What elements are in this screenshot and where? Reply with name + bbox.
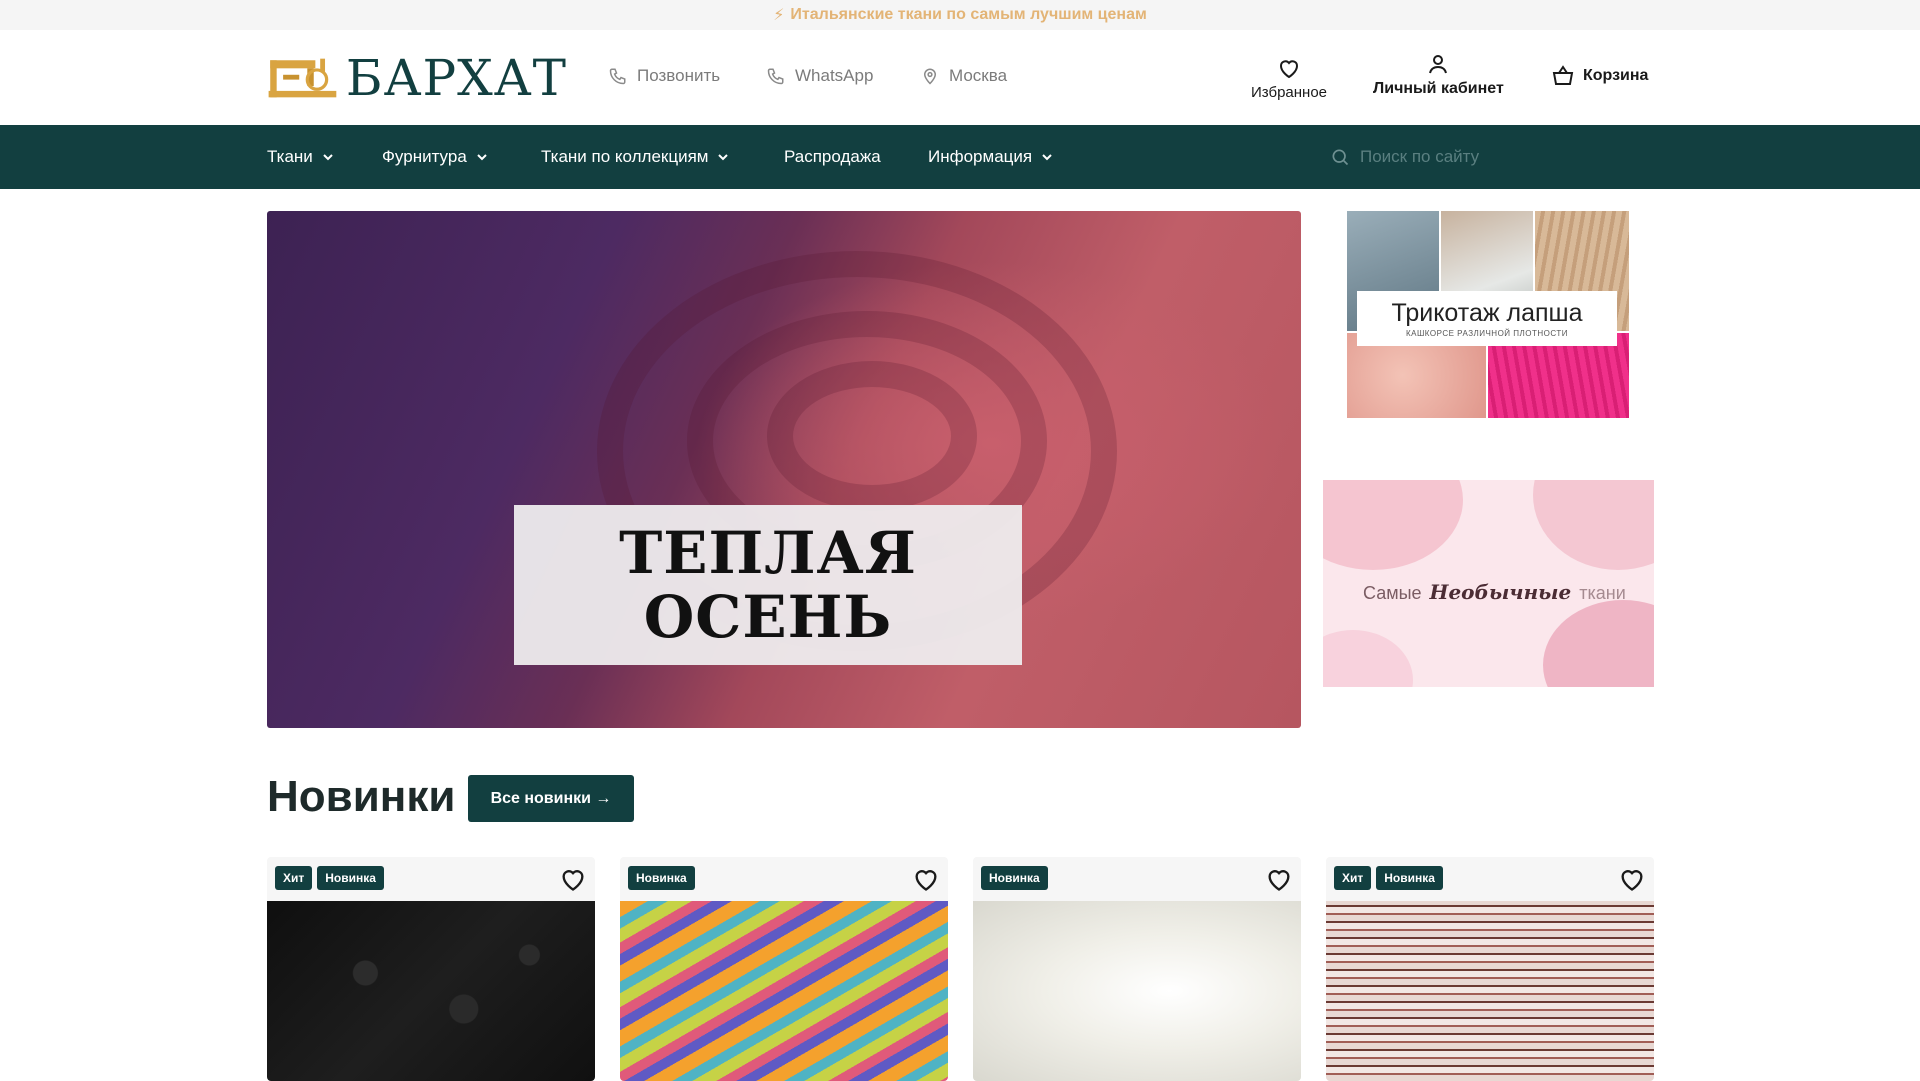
call-label: Позвонить [637,66,721,85]
banner-word: Самые [1363,583,1422,603]
nav-item-label: Распродажа [784,147,881,166]
badge-group: Хит Новинка [275,866,384,890]
nav-item-collections[interactable]: Ткани по коллекциям [541,125,730,189]
hero-banner[interactable]: ТЕПЛАЯ ОСЕНЬ [267,211,1301,728]
badge-group: Новинка [981,866,1048,890]
chevron-down-icon [477,154,487,161]
account-link[interactable]: Личный кабинет [1373,52,1504,98]
banner-title: Трикотаж лапша [1391,299,1583,327]
hero-line-1: ТЕПЛАЯ [619,519,917,587]
nav-item-fabrics[interactable]: Ткани [267,125,335,189]
account-label: Личный кабинет [1373,80,1504,97]
city-label: Москва [949,66,1008,85]
banner-ribbed-knit[interactable]: Трикотаж лапша КАШКОРСЕ РАЗЛИЧНОЙ ПЛОТНО… [1347,211,1629,418]
site-logo[interactable]: БАРХАТ [267,50,567,106]
badge-new: Новинка [1376,866,1443,890]
nav-item-label: Ткани по коллекциям [541,147,709,166]
all-new-button[interactable]: Все новинки → [468,775,634,822]
decor-shape [1323,480,1463,570]
search-input[interactable] [1360,147,1600,167]
cart-link[interactable]: Корзина [1551,64,1648,88]
product-card[interactable]: Новинка [973,857,1301,1081]
lightning-icon: ⚡ [773,7,785,24]
heart-icon[interactable] [1618,865,1646,893]
nav-item-label: Ткани [267,147,313,166]
badge-new: Новинка [317,866,384,890]
basket-icon [1552,65,1574,85]
banner-caption: Трикотаж лапша КАШКОРСЕ РАЗЛИЧНОЙ ПЛОТНО… [1357,291,1617,346]
nav-item-info[interactable]: Информация [928,125,1054,189]
cart-label: Корзина [1583,67,1649,84]
badge-new: Новинка [981,866,1048,890]
product-card[interactable]: Хит Новинка [267,857,595,1081]
decor-shape [1323,630,1413,687]
favorites-link[interactable]: Избранное [1251,56,1327,101]
nav-item-hardware[interactable]: Фурнитура [382,125,489,189]
hero-line-2: ОСЕНЬ [643,583,893,651]
chevron-down-icon [1042,154,1052,161]
product-image[interactable] [267,901,595,1081]
announcement-bar: ⚡ Итальянские ткани по самым лучшим цена… [0,0,1920,30]
heart-icon[interactable] [559,865,587,893]
product-image[interactable] [973,901,1301,1081]
whatsapp-link[interactable]: WhatsApp [767,66,873,86]
product-image[interactable] [1326,901,1654,1081]
search-icon[interactable] [1330,147,1350,167]
heart-icon [1280,60,1299,79]
banner-unusual-fabrics[interactable]: Самые Необычные ткани [1323,480,1654,687]
call-link[interactable]: Позвонить [609,66,720,86]
decor-shape [1533,480,1654,570]
badge-group: Хит Новинка [1334,866,1443,890]
hero-caption: ТЕПЛАЯ ОСЕНЬ [514,505,1022,665]
phone-icon [767,68,784,85]
product-image[interactable] [620,901,948,1081]
badge-hit: Хит [275,866,313,890]
phone-icon [609,68,626,85]
section-title: Новинки [267,772,456,821]
announcement-text: Итальянские ткани по самым лучшим ценам [790,6,1147,23]
product-card[interactable]: Хит Новинка [1326,857,1654,1081]
nav-item-sale[interactable]: Распродажа [784,125,881,189]
favorites-label: Избранное [1251,84,1328,101]
decor-shape [1543,600,1654,687]
badge-new: Новинка [628,866,695,890]
location-pin-icon [923,68,937,85]
banner-caption: Самые Необычные ткани [1363,580,1626,604]
nav-item-label: Фурнитура [382,147,467,166]
banner-word: Необычные [1429,580,1572,604]
heart-icon[interactable] [912,865,940,893]
banner-word: ткани [1579,583,1626,603]
site-header: БАРХАТ Позвонить WhatsApp Москва Избранн… [0,30,1920,125]
user-icon [1429,55,1448,74]
banner-subtitle: КАШКОРСЕ РАЗЛИЧНОЙ ПЛОТНОСТИ [1405,329,1569,338]
product-card[interactable]: Новинка [620,857,948,1081]
sewing-machine-logo-icon [268,58,337,98]
main-nav: Ткани Фурнитура Ткани по коллекциям Расп… [0,125,1920,189]
city-selector[interactable]: Москва [921,66,1007,86]
whatsapp-label: WhatsApp [795,66,874,85]
logo-text: БАРХАТ [345,49,567,107]
heart-icon[interactable] [1265,865,1293,893]
badge-group: Новинка [628,866,695,890]
badge-hit: Хит [1334,866,1372,890]
nav-item-label: Информация [928,147,1033,166]
fabric-fold-shape [767,361,977,511]
site-search [1330,125,1600,189]
chevron-down-icon [718,154,729,161]
chevron-down-icon [323,154,333,161]
